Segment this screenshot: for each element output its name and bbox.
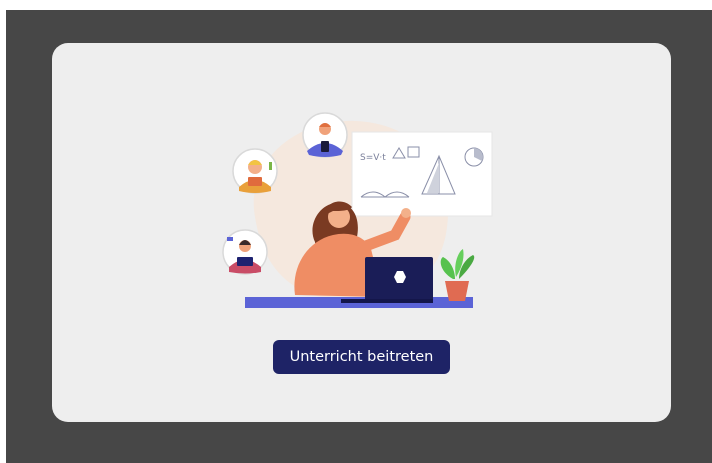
join-class-button[interactable]: Unterricht beitreten — [273, 340, 450, 374]
online-class-illustration: S=V·t — [222, 112, 493, 308]
participant-avatar — [232, 148, 278, 194]
participant-avatar — [222, 229, 268, 275]
participant-avatar — [302, 112, 348, 158]
potted-plant — [440, 249, 475, 301]
whiteboard: S=V·t — [351, 131, 493, 217]
whiteboard-formula: S=V·t — [360, 153, 386, 163]
